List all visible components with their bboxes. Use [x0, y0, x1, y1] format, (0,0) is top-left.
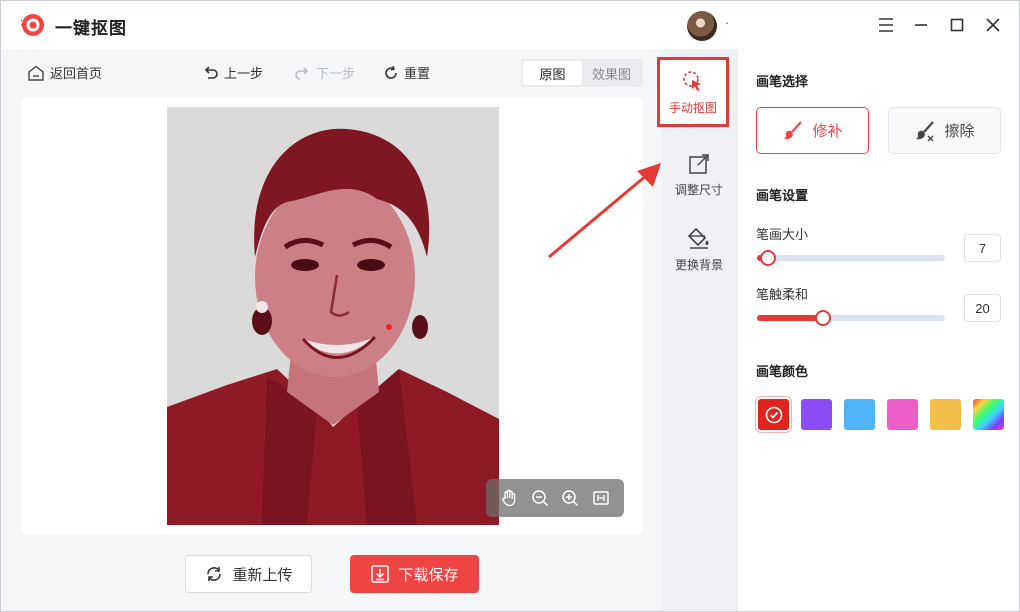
- zoom-out-button[interactable]: [529, 487, 551, 509]
- reset-icon: [385, 65, 397, 79]
- rail-item-manual-cutout[interactable]: 手动抠图: [657, 57, 729, 127]
- zoom-in-icon: [562, 490, 579, 507]
- zoom-out-icon: [532, 490, 548, 507]
- reupload-button[interactable]: 重新上传: [185, 555, 312, 593]
- brush-select-title: 画笔选择: [756, 74, 809, 89]
- home-button[interactable]: 返回首页: [27, 63, 102, 82]
- resize-icon: [689, 153, 709, 174]
- size-label: 笔画大小: [756, 227, 809, 242]
- close-icon: [986, 18, 1000, 32]
- minimize-icon: [915, 24, 927, 26]
- rail-label-manual-cutout: 手动抠图: [668, 100, 717, 115]
- reset-button[interactable]: 重置: [383, 63, 430, 82]
- redo-button[interactable]: 下一步: [293, 63, 355, 82]
- rail-item-resize[interactable]: 调整尺寸: [661, 143, 737, 207]
- app-logo-icon: [21, 14, 44, 36]
- title-bar: 一键抠图 ·: [1, 1, 1019, 49]
- softness-slider-thumb[interactable]: [814, 310, 831, 326]
- brush-settings-title: 画笔设置: [756, 188, 809, 203]
- size-value-input[interactable]: 7: [964, 234, 1001, 262]
- color-swatch-5[interactable]: [973, 399, 1004, 430]
- app-window: 一键抠图 · 返回首页 上一步 下一步 重置 原图 效果图 重新上传 下载保存 …: [0, 0, 1020, 612]
- reupload-label: 重新上传: [232, 566, 293, 584]
- download-button[interactable]: 下载保存: [350, 555, 479, 593]
- home-label: 返回首页: [50, 66, 103, 81]
- download-icon: [371, 565, 390, 583]
- menu-icon: [879, 18, 893, 32]
- hand-icon: [502, 489, 516, 507]
- maximize-button[interactable]: [945, 13, 969, 37]
- brush-color-title: 画笔颜色: [756, 364, 809, 379]
- undo-icon: [204, 65, 218, 79]
- home-icon: [28, 65, 44, 81]
- fit-button[interactable]: [590, 487, 612, 509]
- tool-rail: 手动抠图 调整尺寸 更换背景: [657, 49, 737, 611]
- color-swatch-2[interactable]: [844, 399, 875, 430]
- manual-cutout-icon: [683, 70, 701, 91]
- softness-label: 笔触柔和: [756, 287, 809, 302]
- undo-label: 上一步: [224, 66, 264, 81]
- color-swatch-4[interactable]: [930, 399, 961, 430]
- view-toggle: 原图 效果图: [521, 59, 643, 87]
- user-avatar[interactable]: [687, 11, 717, 41]
- size-slider-thumb[interactable]: [760, 250, 777, 266]
- check-icon: [765, 406, 782, 423]
- erase-label: 擦除: [944, 123, 975, 140]
- brush-icon: [784, 120, 803, 139]
- tab-original[interactable]: 原图: [523, 61, 582, 85]
- color-swatch-0[interactable]: [758, 399, 789, 430]
- redo-label: 下一步: [316, 66, 356, 81]
- user-name[interactable]: ·: [725, 15, 729, 30]
- erase-brush-button[interactable]: 擦除: [888, 107, 1001, 154]
- undo-button[interactable]: 上一步: [203, 63, 263, 82]
- maximize-icon: [950, 18, 964, 32]
- size-slider[interactable]: [757, 250, 945, 266]
- color-swatch-3[interactable]: [887, 399, 918, 430]
- editing-canvas[interactable]: [21, 97, 643, 535]
- repair-label: 修补: [812, 123, 843, 140]
- paint-bucket-icon: [687, 227, 709, 249]
- refresh-icon: [207, 567, 222, 581]
- reset-label: 重置: [404, 66, 431, 81]
- download-label: 下载保存: [398, 566, 459, 584]
- softness-slider-fill: [757, 315, 823, 321]
- edit-toolbar: 返回首页 上一步 下一步 重置 原图 效果图: [1, 49, 661, 97]
- softness-slider[interactable]: [757, 310, 945, 326]
- zoom-controls: [486, 479, 624, 517]
- photo-with-red-mask[interactable]: [167, 107, 499, 525]
- pan-button[interactable]: [498, 487, 520, 509]
- brush-settings-panel: 画笔选择 修补 擦除 画笔设置 笔画大小 7 笔触柔和 20 画笔颜色: [737, 49, 1019, 611]
- rail-item-change-bg[interactable]: 更换背景: [661, 217, 737, 281]
- close-button[interactable]: [981, 13, 1005, 37]
- tab-result[interactable]: 效果图: [582, 61, 641, 85]
- minimize-button[interactable]: [909, 13, 933, 37]
- redo-icon: [295, 66, 309, 80]
- repair-brush-button[interactable]: 修补: [756, 107, 869, 154]
- zoom-in-button[interactable]: [559, 487, 581, 509]
- softness-value-input[interactable]: 20: [964, 294, 1001, 322]
- menu-button[interactable]: [874, 13, 898, 37]
- fit-screen-icon: [593, 491, 609, 505]
- portrait-image: [167, 107, 499, 525]
- rail-label-change-bg: 更换背景: [674, 257, 723, 272]
- color-swatch-1[interactable]: [801, 399, 832, 430]
- rail-label-resize: 调整尺寸: [674, 182, 723, 197]
- eraser-brush-icon: [916, 120, 935, 141]
- app-title: 一键抠图: [55, 19, 127, 38]
